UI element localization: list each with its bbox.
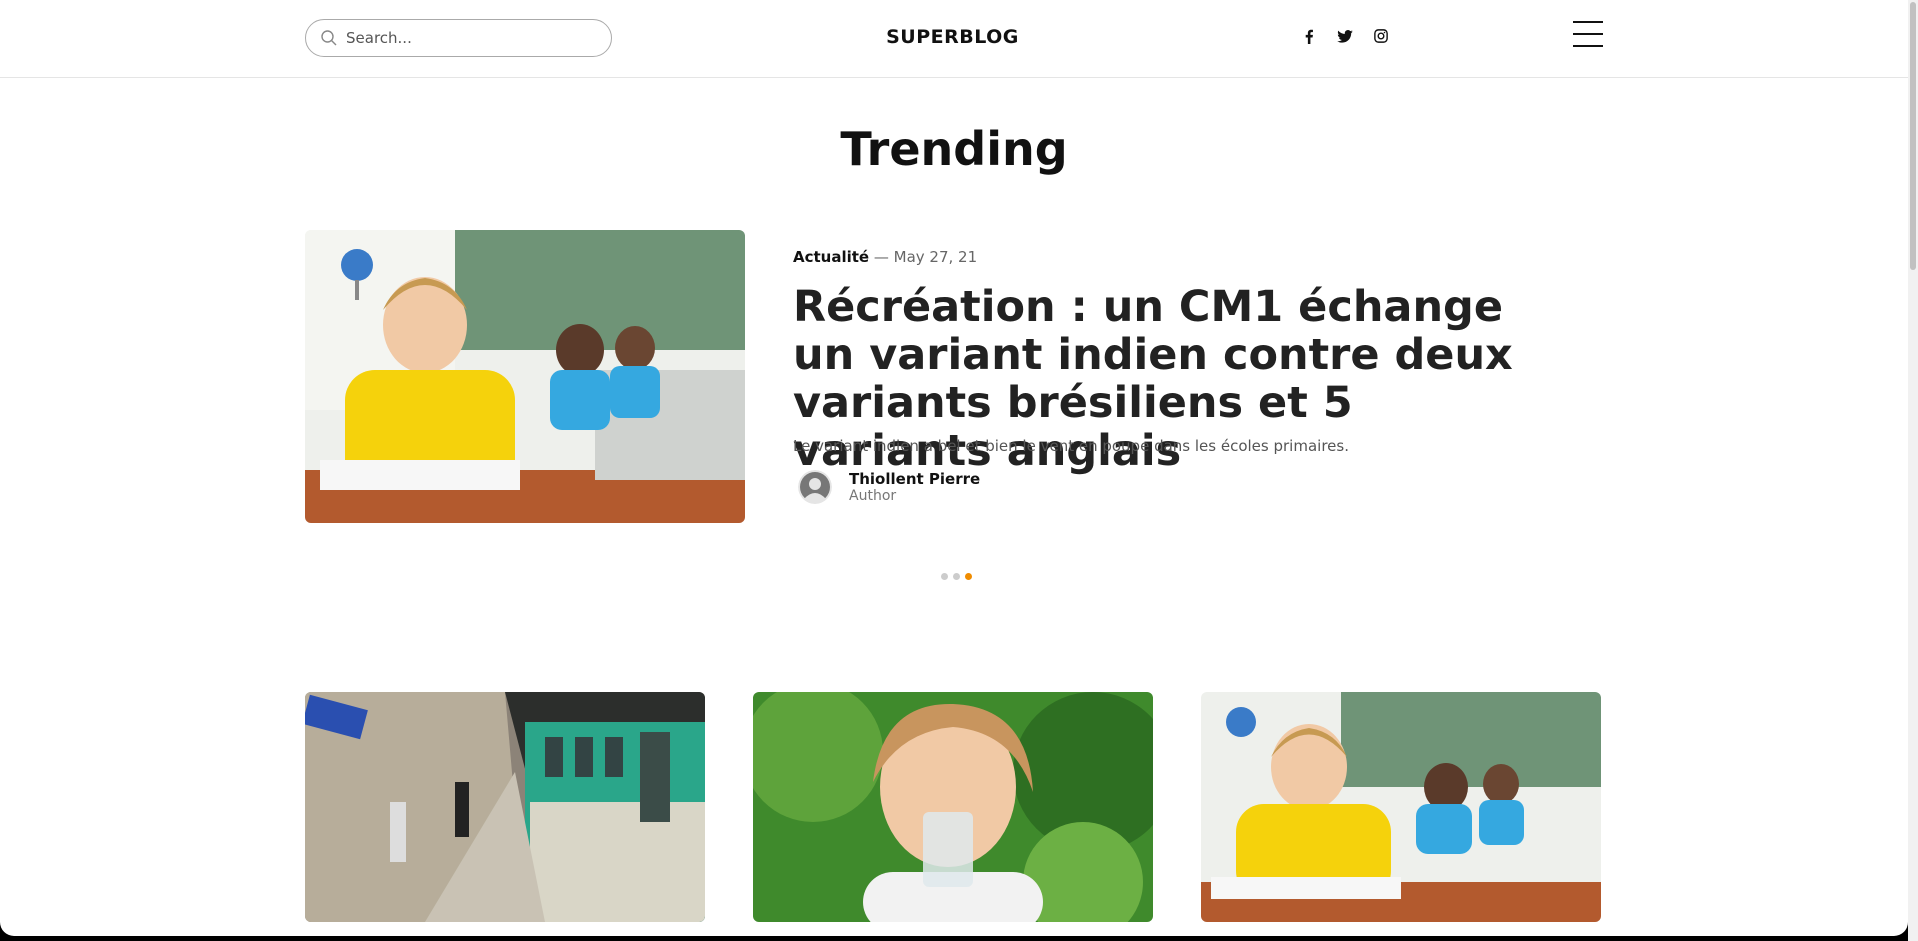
page-scrollbar[interactable] [1908, 0, 1918, 941]
menu-icon[interactable] [1573, 21, 1603, 47]
page: SUPERBLOG Trending [0, 0, 1908, 936]
carousel-dots [941, 573, 972, 580]
carousel-dot-1[interactable] [941, 573, 948, 580]
article-meta: Actualité — May 27, 21 [793, 248, 977, 266]
social-links [1300, 27, 1390, 45]
article-card-image-metro[interactable] [305, 692, 705, 922]
article-excerpt: Le variant indien a bel et bien le vent … [793, 437, 1349, 455]
avatar [798, 470, 832, 504]
meta-separator: — [869, 248, 894, 266]
instagram-icon[interactable] [1372, 27, 1390, 45]
facebook-icon[interactable] [1300, 27, 1318, 45]
carousel-dot-2[interactable] [953, 573, 960, 580]
article-date: May 27, 21 [893, 248, 978, 266]
author-role: Author [849, 488, 897, 504]
article-card-image-water[interactable] [753, 692, 1153, 922]
twitter-icon[interactable] [1336, 27, 1354, 45]
author-name[interactable]: Thiollent Pierre [849, 470, 980, 488]
search-input[interactable] [346, 29, 586, 47]
article-card-image-classroom[interactable] [1201, 692, 1601, 922]
featured-article-image[interactable] [305, 230, 745, 523]
section-title-trending: Trending [840, 122, 1068, 176]
site-logo[interactable]: SUPERBLOG [880, 26, 1025, 48]
article-author[interactable]: Thiollent Pierre Author [798, 470, 980, 504]
site-header: SUPERBLOG [0, 0, 1908, 78]
article-category[interactable]: Actualité [793, 248, 869, 266]
carousel-dot-3[interactable] [965, 573, 972, 580]
search-box[interactable] [305, 19, 612, 57]
search-icon [321, 30, 337, 46]
